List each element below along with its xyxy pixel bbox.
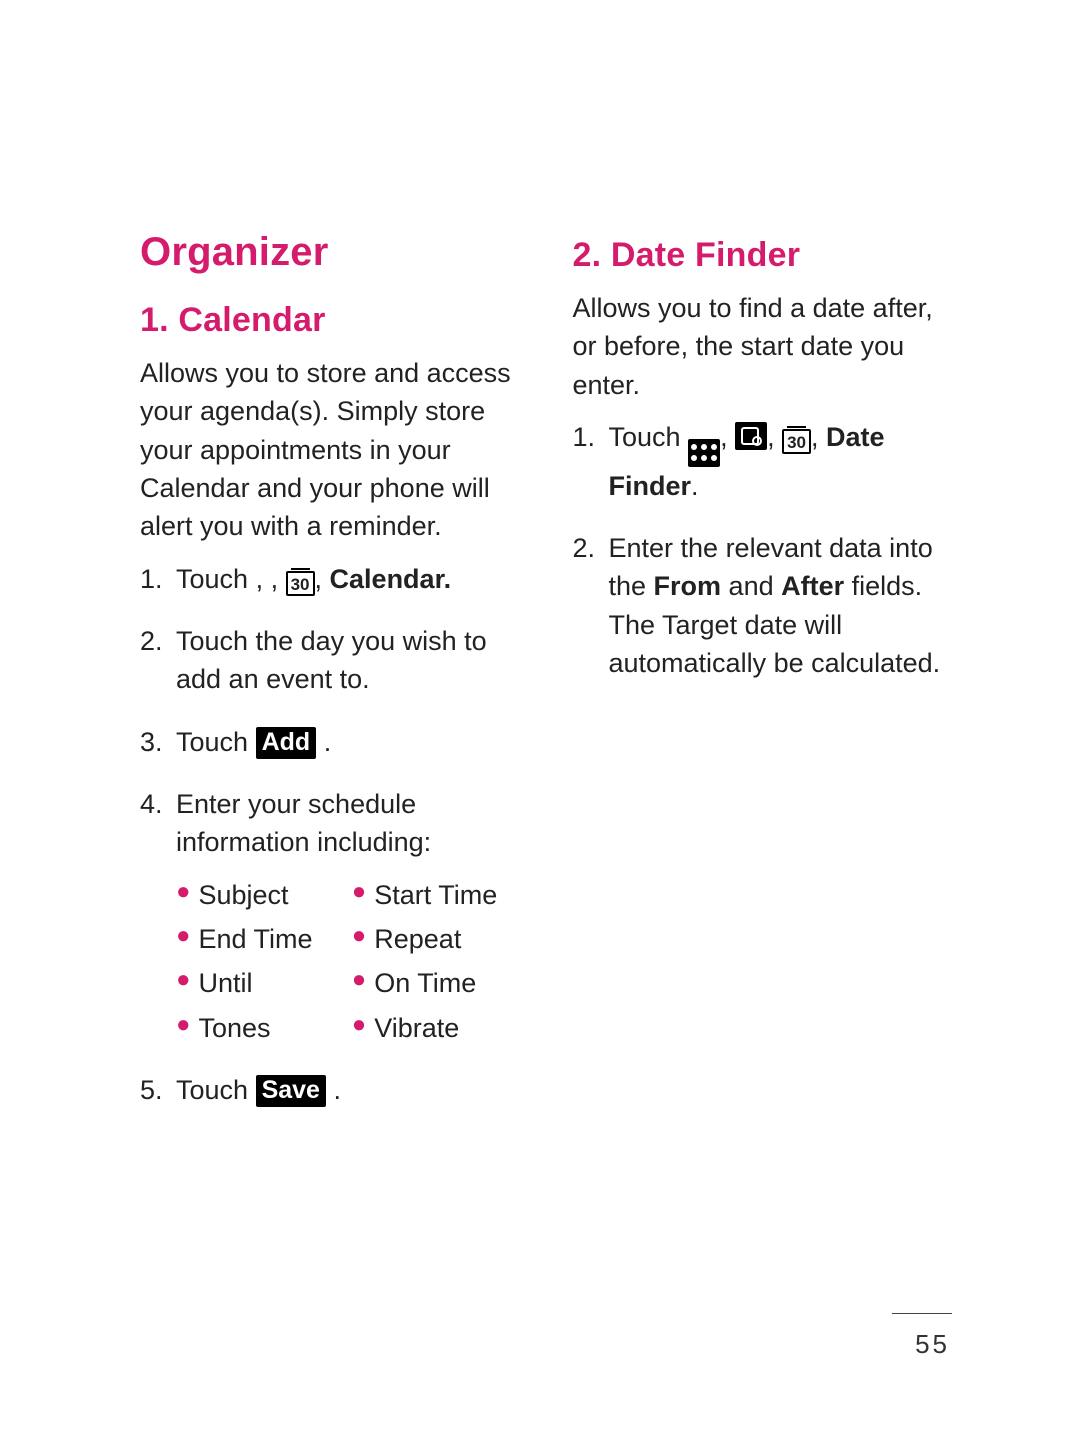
calendar-step-4: 4. Enter your schedule information inclu… bbox=[140, 785, 518, 1047]
text: Touch bbox=[176, 1075, 256, 1105]
bullet-vibrate: ●Vibrate bbox=[352, 1009, 518, 1047]
text: , bbox=[720, 422, 735, 452]
bullet-dot-icon: ● bbox=[176, 876, 191, 907]
step-number: 2. bbox=[140, 622, 176, 699]
step-number: 2. bbox=[573, 529, 609, 682]
calendar-intro: Allows you to store and access your agen… bbox=[140, 354, 518, 546]
date-finder-step-2: 2. Enter the relevant data into the From… bbox=[573, 529, 951, 682]
text: , bbox=[271, 564, 286, 594]
date-finder-intro: Allows you to find a date after, or befo… bbox=[573, 289, 951, 404]
two-column-layout: Organizer 1. Calendar Allows you to stor… bbox=[140, 230, 950, 1133]
date-finder-step-1: 1. Touch , , 30, Date Finder. bbox=[573, 418, 951, 505]
step-body: Enter the relevant data into the From an… bbox=[609, 529, 951, 682]
text: . bbox=[333, 1075, 341, 1105]
step-body: Touch , , 30, Date Finder. bbox=[609, 418, 951, 505]
bold-label-from: From bbox=[654, 571, 722, 601]
text: , bbox=[315, 564, 330, 594]
page-rule bbox=[892, 1313, 952, 1314]
text: , bbox=[256, 564, 271, 594]
bullet-dot-icon: ● bbox=[352, 964, 367, 995]
right-column: 2. Date Finder Allows you to find a date… bbox=[573, 230, 951, 1133]
bullet-repeat: ●Repeat bbox=[352, 920, 518, 958]
calendar-step-1: 1. Touch , , 30, Calendar. bbox=[140, 560, 518, 598]
bullet-on-time: ●On Time bbox=[352, 964, 518, 1002]
step-number: 5. bbox=[140, 1071, 176, 1109]
bullet-dot-icon: ● bbox=[352, 1009, 367, 1040]
text: . bbox=[691, 471, 699, 501]
bullet-dot-icon: ● bbox=[176, 1009, 191, 1040]
step-body: Touch Add . bbox=[176, 723, 518, 761]
bullet-until: ● Until bbox=[176, 964, 342, 1002]
text: Touch bbox=[176, 727, 256, 757]
bullet-label: Tones bbox=[199, 1009, 271, 1047]
bullet-label: End Time bbox=[199, 920, 313, 958]
bullet-label: Subject bbox=[199, 876, 289, 914]
text: , bbox=[811, 422, 826, 452]
bullet-dot-icon: ● bbox=[352, 876, 367, 907]
calendar-step-5: 5. Touch Save . bbox=[140, 1071, 518, 1109]
bullet-tones: ● Tones bbox=[176, 1009, 342, 1047]
text: Enter your schedule information includin… bbox=[176, 789, 431, 857]
subsection-title-calendar: 1. Calendar bbox=[140, 301, 518, 340]
calendar-step-3: 3. Touch Add . bbox=[140, 723, 518, 761]
add-button-label: Add bbox=[256, 727, 317, 759]
bullet-dot-icon: ● bbox=[176, 920, 191, 951]
calendar-30-icon: 30 bbox=[286, 571, 315, 596]
step-number: 1. bbox=[573, 418, 609, 505]
bullet-subject: ● Subject bbox=[176, 876, 342, 914]
calendar-step-2: 2. Touch the day you wish to add an even… bbox=[140, 622, 518, 699]
left-column: Organizer 1. Calendar Allows you to stor… bbox=[140, 230, 518, 1133]
bullet-dot-icon: ● bbox=[352, 920, 367, 951]
bullet-dot-icon: ● bbox=[176, 964, 191, 995]
text: , bbox=[767, 422, 782, 452]
step-number: 1. bbox=[140, 560, 176, 598]
bullet-label: Repeat bbox=[374, 920, 461, 958]
step-body: Touch , , 30, Calendar. bbox=[176, 560, 518, 598]
step-body: Touch Save . bbox=[176, 1071, 518, 1109]
step-body: Touch the day you wish to add an event t… bbox=[176, 622, 518, 699]
step-body: Enter your schedule information includin… bbox=[176, 785, 518, 1047]
bullet-end-time: ● End Time bbox=[176, 920, 342, 958]
text: . bbox=[324, 727, 332, 757]
bullet-label: Start Time bbox=[374, 876, 497, 914]
date-finder-steps: 1. Touch , , 30, Date Finder. 2. Enter t… bbox=[573, 418, 951, 682]
step-number: 4. bbox=[140, 785, 176, 1047]
step-number: 3. bbox=[140, 723, 176, 761]
manual-page: Organizer 1. Calendar Allows you to stor… bbox=[0, 0, 1080, 1430]
section-title-organizer: Organizer bbox=[140, 230, 518, 275]
bullet-label: Vibrate bbox=[374, 1009, 459, 1047]
calendar-steps: 1. Touch , , 30, Calendar. 2. Touch the … bbox=[140, 560, 518, 1110]
text: Touch bbox=[609, 422, 689, 452]
subsection-title-date-finder: 2. Date Finder bbox=[573, 236, 951, 275]
page-number: 55 bbox=[915, 1329, 950, 1360]
apps-grid-icon bbox=[688, 439, 720, 467]
bold-label-calendar: Calendar. bbox=[330, 564, 452, 594]
tools-icon bbox=[735, 422, 767, 450]
bullet-start-time: ●Start Time bbox=[352, 876, 518, 914]
schedule-bullet-grid: ●Subject ●Start Time ●End Time ●Repeat ●… bbox=[176, 876, 518, 1047]
calendar-30-icon: 30 bbox=[782, 429, 811, 454]
save-button-label: Save bbox=[256, 1075, 326, 1107]
bullet-label: Until bbox=[199, 964, 253, 1002]
text: Touch bbox=[176, 564, 256, 594]
bullet-label: On Time bbox=[374, 964, 476, 1002]
bold-label-after: After bbox=[781, 571, 844, 601]
text: and bbox=[721, 571, 781, 601]
